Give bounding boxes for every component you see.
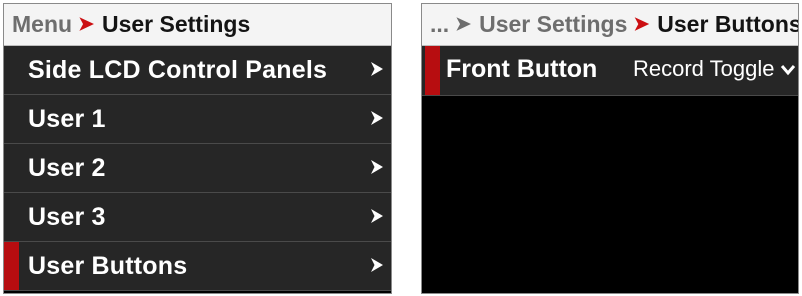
breadcrumb-chevron-icon: ➤ [455, 14, 472, 35]
chevron-right-icon [371, 160, 383, 174]
menu-item-user-1[interactable]: User 1 [4, 95, 391, 144]
breadcrumb-user-settings-link[interactable]: User Settings [479, 11, 627, 38]
breadcrumb: ... ➤ User Settings ➤ User Buttons [422, 4, 798, 46]
menu-item-label: User 2 [28, 153, 106, 182]
chevron-right-icon [371, 62, 383, 76]
breadcrumb-chevron-icon: ➤ [78, 14, 94, 35]
selection-indicator [4, 242, 19, 290]
user-settings-panel: Menu ➤ User Settings Side LCD Control Pa… [3, 3, 392, 294]
menu-item-user-2[interactable]: User 2 [4, 144, 391, 193]
user-buttons-panel: ... ➤ User Settings ➤ User Buttons Front… [421, 3, 799, 294]
chevron-right-icon [371, 258, 383, 272]
menu-item-label: User 3 [28, 202, 106, 231]
setting-value-dropdown[interactable]: Record Toggle [633, 56, 779, 82]
breadcrumb-menu-link[interactable]: Menu [12, 11, 72, 38]
selection-indicator [425, 46, 440, 95]
breadcrumb-chevron-icon: ➤ [633, 14, 650, 35]
chevron-right-icon [371, 209, 383, 223]
menu-item-label: User 1 [28, 104, 106, 133]
chevron-down-icon[interactable] [780, 63, 796, 77]
breadcrumb: Menu ➤ User Settings [4, 4, 391, 46]
menu-item-user-3[interactable]: User 3 [4, 193, 391, 242]
breadcrumb-current: User Settings [101, 11, 251, 37]
chevron-right-icon [371, 111, 383, 125]
breadcrumb-current: User Buttons [657, 11, 798, 37]
menu-item-label: Side LCD Control Panels [28, 55, 328, 84]
menu-item-label: User Buttons [28, 251, 188, 280]
setting-label: Front Button [446, 55, 598, 83]
breadcrumb-ellipsis[interactable]: ... [430, 11, 449, 38]
menu-item-user-buttons[interactable]: User Buttons [4, 242, 391, 291]
front-button-setting[interactable]: Front Button Record Toggle [422, 46, 798, 96]
menu-item-side-lcd-control-panels[interactable]: Side LCD Control Panels [4, 46, 391, 95]
